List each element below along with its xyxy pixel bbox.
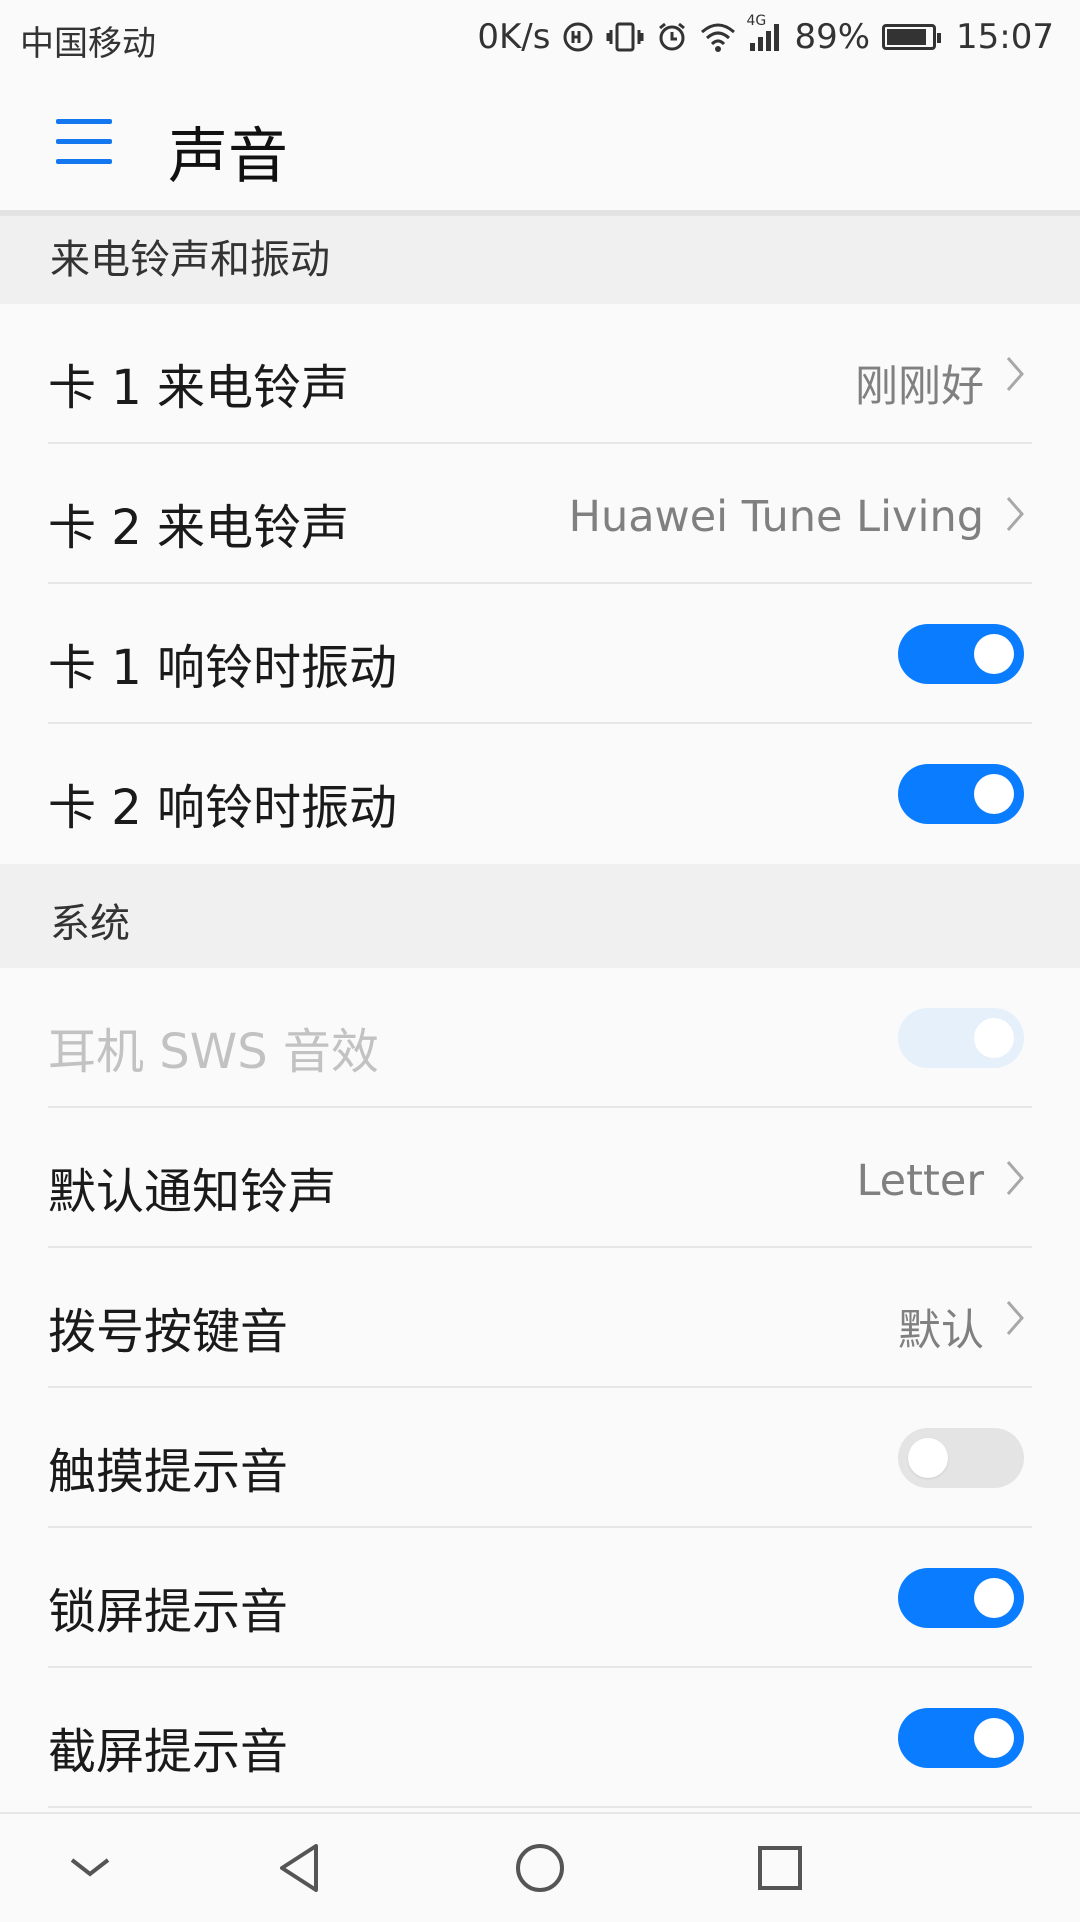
menu-icon[interactable] (56, 119, 112, 165)
status-bar: 中国移动 0K/s 4G 89% 15:07 (0, 0, 1080, 74)
toggle-switch[interactable] (898, 764, 1024, 824)
network-type: 4G (746, 13, 767, 29)
vibrate-icon (606, 21, 644, 53)
toggle-switch[interactable] (898, 624, 1024, 684)
chevron-right-icon (1006, 1161, 1024, 1195)
navigation-bar (0, 1812, 1080, 1922)
wifi-icon (700, 22, 736, 52)
battery-fill (887, 29, 926, 45)
section-header-incoming: 来电铃声和振动 (0, 216, 1080, 304)
row-label: 拨号按键音 (48, 1304, 289, 1360)
divider (48, 1806, 1032, 1808)
row-label: 触摸提示音 (48, 1444, 289, 1500)
row-sim1-vibrate: 卡 1 响铃时振动 (0, 584, 1080, 724)
carrier-name: 中国移动 (20, 24, 156, 64)
toggle-switch[interactable] (898, 1568, 1024, 1628)
row-label: 截屏提示音 (48, 1724, 289, 1780)
row-value: Huawei Tune Living (568, 492, 984, 542)
battery-icon (882, 24, 942, 50)
row-label: 耳机 SWS 音效 (48, 1024, 379, 1080)
row-sim2-vibrate: 卡 2 响铃时振动 (0, 724, 1080, 864)
chevron-right-icon (1006, 357, 1024, 391)
chevron-right-icon (1006, 1301, 1024, 1335)
recents-icon[interactable] (750, 1838, 810, 1898)
section-header-system: 系统 (0, 864, 1080, 968)
row-headset-sws: 耳机 SWS 音效 (0, 968, 1080, 1108)
section-title: 系统 (50, 901, 130, 947)
row-label: 卡 1 响铃时振动 (48, 640, 398, 696)
toggle-switch (898, 1008, 1024, 1068)
hd-call-icon (562, 21, 594, 53)
row-label: 卡 2 来电铃声 (48, 500, 350, 556)
status-icons: 0K/s 4G 89% 15:07 (477, 12, 1054, 62)
signal-icon: 4G (746, 13, 782, 53)
alarm-icon (656, 21, 688, 53)
row-value: 刚刚好 (855, 362, 984, 412)
toggle-switch[interactable] (898, 1428, 1024, 1488)
row-label: 锁屏提示音 (48, 1584, 289, 1640)
back-icon[interactable] (270, 1838, 330, 1898)
row-notification-ringtone[interactable]: 默认通知铃声 Letter (0, 1108, 1080, 1248)
row-value: 默认 (898, 1306, 984, 1356)
row-screenshot-sound: 截屏提示音 (0, 1668, 1080, 1808)
battery-percent: 89% (794, 17, 871, 57)
network-speed: 0K/s (477, 17, 551, 57)
home-icon[interactable] (510, 1838, 570, 1898)
section-title: 来电铃声和振动 (50, 237, 330, 283)
row-label: 卡 2 响铃时振动 (48, 780, 398, 836)
row-label: 卡 1 来电铃声 (48, 360, 350, 416)
row-sim1-ringtone[interactable]: 卡 1 来电铃声 刚刚好 (0, 304, 1080, 444)
row-lock-sound: 锁屏提示音 (0, 1528, 1080, 1668)
chevron-right-icon (1006, 497, 1024, 531)
row-label: 默认通知铃声 (48, 1164, 337, 1220)
app-bar: 声音 (0, 74, 1080, 210)
page-title: 声音 (168, 122, 288, 192)
toggle-switch[interactable] (898, 1708, 1024, 1768)
row-dial-tone[interactable]: 拨号按键音 默认 (0, 1248, 1080, 1388)
clock: 15:07 (956, 17, 1054, 57)
row-value: Letter (856, 1156, 984, 1206)
row-touch-sound: 触摸提示音 (0, 1388, 1080, 1528)
row-sim2-ringtone[interactable]: 卡 2 来电铃声 Huawei Tune Living (0, 444, 1080, 584)
hide-icon[interactable] (60, 1838, 120, 1898)
